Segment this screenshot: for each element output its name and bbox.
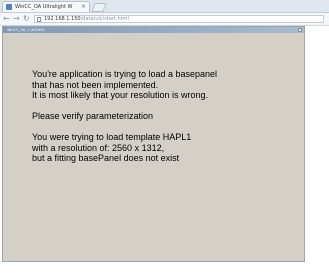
message-line: Please verify parameterization — [32, 111, 154, 121]
page-viewport: WinCC_OA_1 (#0/#0) You're application is… — [0, 26, 329, 276]
message-line: but a fitting basePanel does not exist — [32, 153, 180, 163]
message-line: You were trying to load template HAPL1 — [32, 132, 192, 142]
error-message: You're application is trying to load a b… — [32, 69, 217, 164]
message-line: with a resolution of: 2560 x 1312, — [32, 142, 165, 153]
app-window: WinCC_OA_1 (#0/#0) You're application is… — [2, 26, 305, 262]
page-icon — [37, 17, 41, 22]
tab-title: WinCC_OA Ultralight W — [15, 4, 73, 10]
app-titlebar: WinCC_OA_1 (#0/#0) — [3, 27, 304, 33]
message-line: that has not been implemented. — [32, 79, 159, 90]
address-bar[interactable]: 192.168.1.150/data/ulc/start.html — [34, 15, 324, 23]
tab-close-icon[interactable]: × — [81, 2, 86, 12]
browser-tab-bar: WinCC_OA Ultralight W × — [0, 0, 329, 13]
url-path: /data/ulc/start.html — [80, 16, 129, 22]
forward-arrow-icon[interactable]: → — [13, 13, 20, 25]
reload-icon[interactable]: ↻ — [23, 13, 30, 25]
message-line: It is most likely that your resolution i… — [32, 90, 209, 100]
browser-tab[interactable]: WinCC_OA Ultralight W × — [2, 1, 90, 12]
back-arrow-icon[interactable]: ← — [3, 13, 10, 25]
favicon-icon — [6, 4, 12, 10]
new-tab-button[interactable] — [91, 3, 107, 12]
url-text: 192.168.1.150/data/ulc/start.html — [44, 15, 129, 23]
app-close-icon[interactable] — [298, 28, 302, 32]
message-line: You're application is trying to load a b… — [32, 69, 218, 79]
url-host: 192.168.1.150 — [44, 16, 81, 22]
app-window-title: WinCC_OA_1 (#0/#0) — [7, 28, 45, 32]
browser-toolbar: ← → ↻ 192.168.1.150/data/ulc/start.html — [0, 13, 329, 26]
